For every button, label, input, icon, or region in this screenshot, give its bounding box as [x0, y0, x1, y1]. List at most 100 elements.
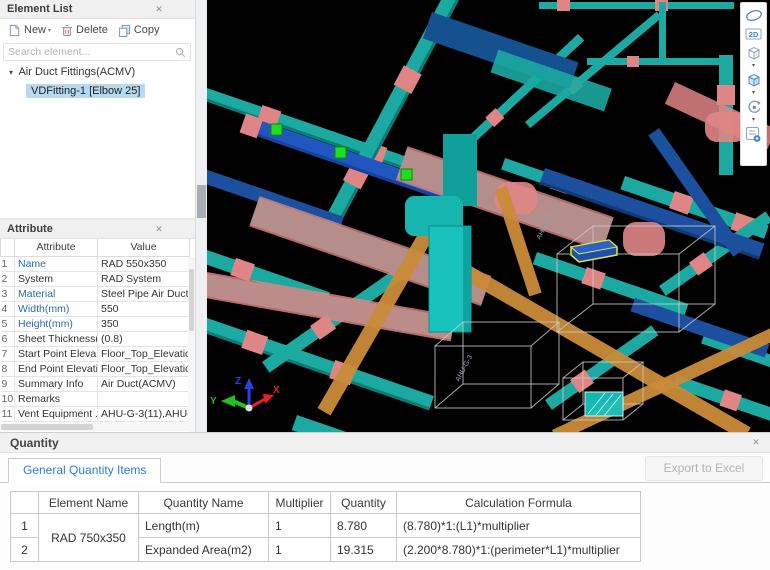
axis-y-label: Y: [210, 396, 217, 407]
attribute-horizontal-scrollbar[interactable]: [0, 423, 188, 431]
element-name-cell: RAD 750x350: [39, 514, 139, 562]
row-num: 10: [1, 391, 15, 406]
close-icon[interactable]: ✕: [748, 433, 764, 452]
chevron-down-icon[interactable]: ▾: [752, 63, 755, 70]
table-row[interactable]: 6Sheet Thickness(...(0.8): [1, 331, 190, 346]
delete-button-label: Delete: [76, 24, 108, 36]
tab-general-quantity-items[interactable]: General Quantity Items: [8, 458, 161, 483]
cube-view-active-icon[interactable]: [743, 71, 765, 89]
row-num: 11: [1, 406, 15, 421]
quantity-name-cell: Expanded Area(m2): [139, 538, 269, 562]
attr-name: Start Point Eleva...: [15, 346, 98, 361]
table-row[interactable]: 2SystemRAD System: [1, 271, 190, 286]
rotate-view-icon[interactable]: [743, 98, 765, 116]
col-multiplier: Multiplier: [269, 492, 331, 514]
attr-value: Air Duct(ACMV): [98, 376, 190, 391]
element-list-panel: Element List ✕ New ▾ Delete Copy ▾: [0, 0, 196, 218]
attribute-table: Attribute Value 1NameRAD 550x350 2System…: [0, 239, 190, 422]
axis-x-label: X: [273, 385, 280, 396]
attr-value: Floor_Top_Elevatio...: [98, 361, 190, 376]
attr-value: Steel Pipe Air Duct: [98, 286, 190, 301]
viewport-3d-scene[interactable]: AHU-G-3 AHU-G-3 Z X Y: [207, 0, 770, 432]
table-row[interactable]: 1NameRAD 550x350: [1, 256, 190, 271]
attr-name: Summary Info: [15, 376, 98, 391]
element-list-title: Element List: [7, 3, 72, 15]
scrollbar-thumb[interactable]: [1, 424, 93, 430]
quantity-name-cell: Length(m): [139, 514, 269, 538]
table-row[interactable]: 4Width(mm)550: [1, 301, 190, 316]
attr-name: Height(mm): [15, 316, 98, 331]
attr-value: 350: [98, 316, 190, 331]
close-icon[interactable]: ✕: [151, 220, 167, 239]
close-icon[interactable]: ✕: [151, 0, 167, 19]
value-col-header: Value: [98, 239, 190, 256]
tree-item-vdfitting[interactable]: VDFitting-1 [Elbow 25]: [26, 84, 145, 98]
table-row[interactable]: 1 RAD 750x350 Length(m) 1 8.780 (8.780)*…: [11, 514, 641, 538]
cube-view-icon[interactable]: [743, 44, 765, 62]
attr-value: 550: [98, 301, 190, 316]
quantity-cell: 19.315: [331, 538, 397, 562]
new-button-label: New: [24, 24, 46, 36]
copy-button[interactable]: Copy: [115, 23, 163, 38]
scrollbar-thumb[interactable]: [189, 269, 194, 331]
table-row[interactable]: 9Summary InfoAir Duct(ACMV): [1, 376, 190, 391]
attribute-header: Attribute ✕: [0, 220, 195, 239]
quantity-table: Element Name Quantity Name Multiplier Qu…: [10, 491, 641, 562]
col-row-num: [11, 492, 39, 514]
element-tree: ▾ Air Duct Fittings(ACMV) VDFitting-1 [E…: [0, 64, 195, 98]
row-num: 1: [11, 514, 39, 538]
col-quantity-name: Quantity Name: [139, 492, 269, 514]
tree-group-air-duct-fittings[interactable]: ▾ Air Duct Fittings(ACMV): [0, 64, 195, 81]
new-page-icon: [8, 24, 21, 37]
search-icon: [175, 47, 186, 58]
search-input[interactable]: [4, 46, 175, 58]
attribute-title: Attribute: [7, 223, 53, 235]
table-row[interactable]: 11Vent Equipment ...AHU-G-3(11),AHU-...: [1, 406, 190, 421]
tree-group-label: Air Duct Fittings(ACMV): [18, 66, 135, 78]
viewport-toolbar: 2D ▾ ▾ ▾: [740, 2, 767, 166]
attribute-panel: Attribute ✕ Attribute Value 1NameRAD 550…: [0, 218, 196, 432]
attr-col-header: Attribute: [15, 239, 98, 256]
table-row[interactable]: 7Start Point Eleva...Floor_Top_Elevatio.…: [1, 346, 190, 361]
attr-name: Remarks: [15, 391, 98, 406]
splitter-thumb[interactable]: [197, 185, 206, 218]
chevron-down-icon[interactable]: ▾: [752, 90, 755, 97]
attr-num-header: [1, 239, 15, 256]
row-num: 5: [1, 316, 15, 331]
row-num: 6: [1, 331, 15, 346]
attr-name: Width(mm): [15, 301, 98, 316]
2d-view-icon[interactable]: 2D: [743, 25, 765, 43]
2d-label: 2D: [749, 30, 759, 39]
attribute-table-header-row: Attribute Value: [1, 239, 190, 256]
row-num: 2: [11, 538, 39, 562]
attribute-vertical-scrollbar[interactable]: [188, 257, 195, 441]
table-row[interactable]: 3MaterialSteel Pipe Air Duct: [1, 286, 190, 301]
quantity-title: Quantity: [10, 436, 59, 450]
multiplier-cell: 1: [269, 538, 331, 562]
new-dropdown-icon[interactable]: ▾: [48, 27, 51, 34]
delete-button[interactable]: Delete: [58, 23, 111, 38]
formula-cell: (8.780)*1:(L1)*multiplier: [397, 514, 641, 538]
attr-value: (0.8): [98, 331, 190, 346]
element-list-toolbar: New ▾ Delete Copy: [0, 19, 195, 41]
quantity-table-header-row: Element Name Quantity Name Multiplier Qu…: [11, 492, 641, 514]
attr-name: Material: [15, 286, 98, 301]
export-to-excel-button[interactable]: Export to Excel: [645, 456, 763, 481]
chevron-down-icon[interactable]: ▾: [752, 117, 755, 124]
app-window: Element List ✕ New ▾ Delete Copy ▾: [0, 0, 770, 570]
row-num: 1: [1, 256, 15, 271]
table-row[interactable]: 8End Point Elevati...Floor_Top_Elevatio.…: [1, 361, 190, 376]
tree-expand-icon[interactable]: ▾: [9, 68, 13, 77]
panel-splitter[interactable]: [196, 0, 207, 432]
row-num: 9: [1, 376, 15, 391]
table-row[interactable]: 5Height(mm)350: [1, 316, 190, 331]
orbit-icon[interactable]: [743, 6, 765, 24]
new-button[interactable]: New ▾: [5, 23, 54, 38]
viewport-3d[interactable]: AHU-G-3 AHU-G-3 Z X Y 2D: [207, 0, 770, 432]
view-settings-icon[interactable]: [743, 125, 765, 143]
row-num: 3: [1, 286, 15, 301]
copy-button-label: Copy: [134, 24, 160, 36]
table-row[interactable]: 10Remarks: [1, 391, 190, 406]
col-element-name: Element Name: [39, 492, 139, 514]
attr-value: RAD 550x350: [98, 256, 190, 271]
